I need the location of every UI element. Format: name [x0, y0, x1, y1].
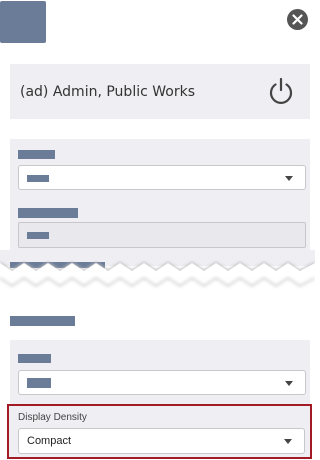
redacted-value [27, 378, 51, 388]
close-icon [292, 14, 303, 25]
display-density-field: Display Density Compact [7, 404, 312, 459]
torn-edge-divider [0, 250, 315, 298]
redacted-label [18, 354, 51, 363]
user-name: (ad) Admin, Public Works [20, 84, 195, 100]
redacted-label [18, 208, 78, 218]
chevron-down-icon [285, 175, 293, 181]
chevron-down-icon [285, 380, 293, 386]
redacted-value [27, 175, 49, 182]
profile-select-1[interactable] [18, 165, 306, 190]
redacted-section-heading [10, 316, 75, 326]
settings-select-1[interactable] [18, 370, 306, 395]
profile-readonly-field [18, 222, 306, 248]
display-density-label: Display Density [18, 412, 87, 423]
display-density-value: Compact [27, 435, 72, 447]
close-button[interactable] [287, 9, 308, 30]
power-icon[interactable] [266, 76, 296, 106]
app-logo [0, 1, 46, 43]
chevron-down-icon [284, 439, 292, 444]
redacted-value [27, 232, 49, 239]
display-density-select[interactable]: Compact [18, 428, 305, 454]
redacted-label [18, 150, 55, 159]
user-card: (ad) Admin, Public Works [10, 64, 310, 119]
